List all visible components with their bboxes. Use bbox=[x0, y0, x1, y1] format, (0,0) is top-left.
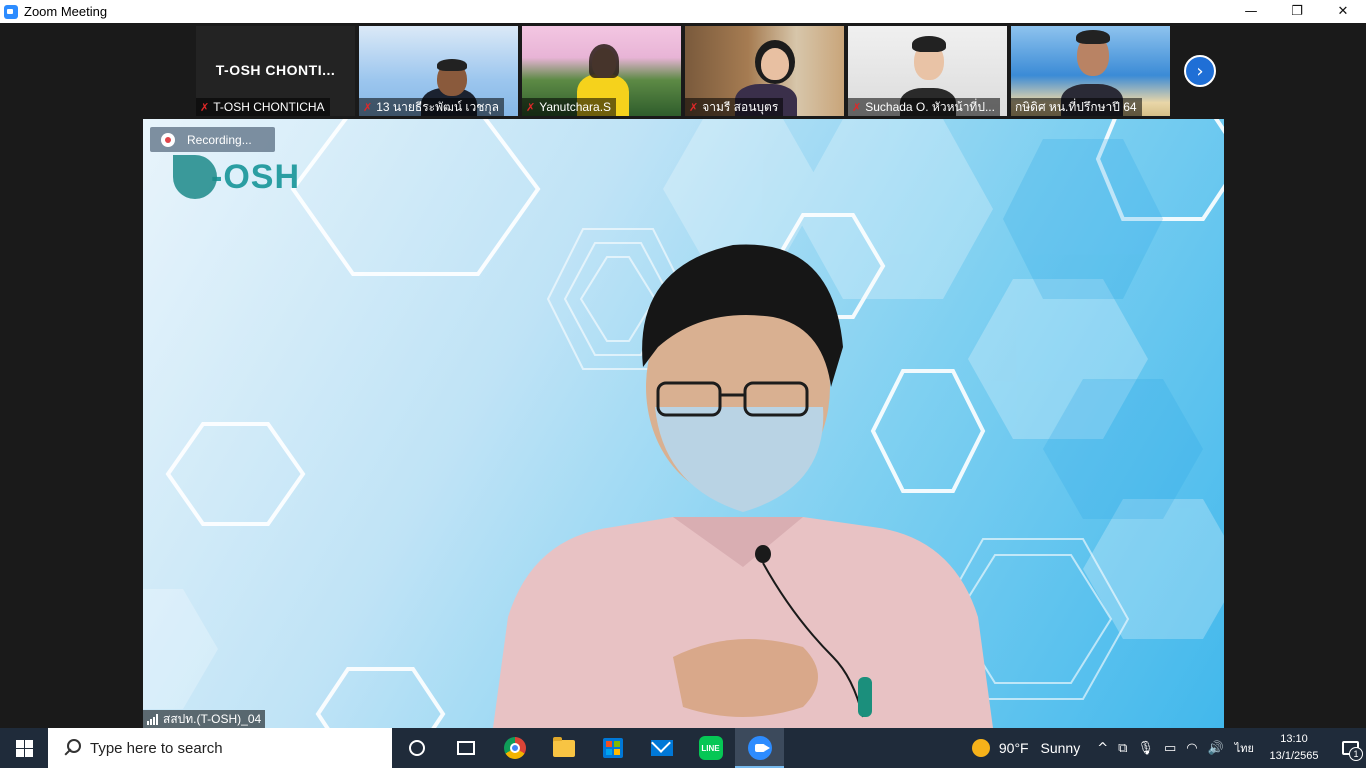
meet-now-icon[interactable]: ⧉ bbox=[1118, 741, 1127, 756]
participant-video bbox=[761, 48, 789, 80]
participant-name: Yanutchara.S bbox=[539, 100, 612, 114]
store-icon bbox=[602, 738, 623, 758]
cortana-icon bbox=[408, 740, 425, 756]
cortana-button[interactable] bbox=[392, 728, 441, 768]
mic-muted-icon: ✗ bbox=[363, 100, 373, 114]
weather-widget[interactable]: 90°F Sunny bbox=[999, 740, 1080, 756]
search-placeholder: Type here to search bbox=[90, 739, 223, 757]
mic-muted-icon: ✗ bbox=[200, 100, 210, 114]
system-clock[interactable]: 13:10 13/1/2565 bbox=[1266, 731, 1322, 765]
participant-video bbox=[1076, 30, 1110, 44]
recording-cloud-icon bbox=[161, 132, 175, 147]
active-speaker-video[interactable]: -OSH Recording... สสปท.(T-OSH)_04 bbox=[143, 119, 1224, 728]
speaker-name: สสปท.(T-OSH)_04 bbox=[163, 711, 262, 726]
participant-name: กษิดิศ หน.ที่ปรึกษาปี 64 bbox=[1015, 99, 1137, 114]
file-explorer-taskbar-button[interactable] bbox=[539, 728, 588, 768]
weather-description: Sunny bbox=[1040, 740, 1081, 756]
zoom-icon bbox=[747, 736, 772, 760]
task-view-icon bbox=[456, 741, 475, 755]
participant-tile[interactable]: ✗ Suchada O. หัวหน้าที่ป... bbox=[848, 26, 1007, 116]
sunny-weather-icon bbox=[971, 739, 990, 757]
line-taskbar-button[interactable]: LINE bbox=[686, 728, 735, 768]
mic-muted-icon: ✗ bbox=[526, 100, 536, 114]
window-controls: — ❐ ✕ bbox=[1228, 0, 1366, 23]
line-icon: LINE bbox=[698, 736, 723, 760]
search-icon bbox=[62, 738, 82, 758]
participant-tile-self[interactable]: T-OSH CHONTI... ✗ T-OSH CHONTICHA bbox=[196, 26, 355, 116]
participant-name: จามรี สอนบุตร bbox=[702, 99, 779, 114]
close-button[interactable]: ✕ bbox=[1320, 0, 1366, 23]
participant-name-tag: ✗ จามรี สอนบุตร bbox=[685, 98, 784, 116]
speaker-figure bbox=[493, 244, 993, 728]
participant-name: 13 นายธีระพัฒน์ เวชกุล bbox=[376, 99, 499, 114]
wifi-icon[interactable]: ◠ bbox=[1186, 741, 1197, 756]
participant-name-tag: กษิดิศ หน.ที่ปรึกษาปี 64 bbox=[1011, 98, 1142, 116]
chevron-right-icon: › bbox=[1196, 60, 1204, 82]
show-hidden-icons-chevron-icon[interactable]: ^ bbox=[1097, 741, 1108, 756]
weather-temperature: 90°F bbox=[998, 740, 1029, 756]
logo-text: -OSH bbox=[211, 157, 300, 196]
mail-taskbar-button[interactable] bbox=[637, 728, 686, 768]
participant-name-tag: ✗ T-OSH CHONTICHA bbox=[196, 98, 330, 116]
input-language[interactable]: ไทย bbox=[1235, 739, 1254, 757]
participant-name-tag: ✗ Yanutchara.S bbox=[522, 98, 617, 116]
participant-name: Suchada O. หัวหน้าที่ป... bbox=[865, 99, 995, 114]
signal-strength-icon bbox=[147, 713, 158, 725]
title-bar: Zoom Meeting — ❐ ✕ bbox=[0, 0, 1366, 23]
action-center-button[interactable]: 1 bbox=[1334, 728, 1366, 768]
restore-button[interactable]: ❐ bbox=[1274, 0, 1320, 23]
participant-name-large: T-OSH CHONTI... bbox=[215, 62, 336, 78]
window-title: Zoom Meeting bbox=[24, 4, 108, 19]
next-page-button[interactable]: › bbox=[1184, 55, 1216, 87]
microphone-icon[interactable]: 🎙 bbox=[1137, 741, 1154, 756]
participant-video bbox=[912, 36, 946, 52]
recording-indicator[interactable]: Recording... bbox=[150, 127, 275, 152]
participant-tile[interactable]: กษิดิศ หน.ที่ปรึกษาปี 64 bbox=[1011, 26, 1170, 116]
zoom-app-icon bbox=[4, 4, 18, 19]
store-taskbar-button[interactable] bbox=[588, 728, 637, 768]
participant-video bbox=[589, 44, 619, 78]
participant-tile[interactable]: ✗ 13 นายธีระพัฒน์ เวชกุล bbox=[359, 26, 518, 116]
mic-muted-icon: ✗ bbox=[852, 100, 862, 114]
battery-icon[interactable]: ▭ bbox=[1164, 741, 1176, 756]
notification-count-badge: 1 bbox=[1349, 747, 1363, 761]
recording-label: Recording... bbox=[187, 132, 252, 147]
system-tray: 90°F Sunny ^ ⧉ 🎙 ▭ ◠ 🔊 ไทย 13:10 13/1/25… bbox=[971, 728, 1366, 768]
leaf-icon bbox=[173, 155, 217, 199]
taskbar-search-box[interactable]: Type here to search bbox=[48, 728, 392, 768]
zoom-taskbar-button[interactable] bbox=[735, 728, 784, 768]
participant-name-tag: ✗ 13 นายธีระพัฒน์ เวชกุล bbox=[359, 98, 504, 116]
participant-tile[interactable]: ✗ Yanutchara.S bbox=[522, 26, 681, 116]
mic-muted-icon: ✗ bbox=[689, 100, 699, 114]
t-osh-logo: -OSH bbox=[173, 155, 300, 199]
participant-name-tag: ✗ Suchada O. หัวหน้าที่ป... bbox=[848, 98, 1000, 116]
participant-video bbox=[437, 59, 467, 71]
volume-icon[interactable]: 🔊 bbox=[1208, 741, 1224, 756]
windows-taskbar: Type here to search LINE 90°F Sunny ^ ⧉ … bbox=[0, 728, 1366, 768]
speaker-name-tag: สสปท.(T-OSH)_04 bbox=[143, 710, 266, 728]
minimize-button[interactable]: — bbox=[1228, 0, 1274, 23]
participant-name: T-OSH CHONTICHA bbox=[213, 100, 325, 114]
participant-tile[interactable]: ✗ จามรี สอนบุตร bbox=[685, 26, 844, 116]
participant-strip: T-OSH CHONTI... ✗ T-OSH CHONTICHA ✗ 13 น… bbox=[0, 23, 1366, 119]
windows-logo-icon bbox=[15, 739, 33, 757]
clock-date: 13/1/2565 bbox=[1269, 750, 1319, 762]
chrome-icon bbox=[503, 737, 526, 759]
chrome-taskbar-button[interactable] bbox=[490, 728, 539, 768]
start-button[interactable] bbox=[0, 728, 48, 768]
mail-icon bbox=[650, 740, 673, 756]
folder-icon bbox=[552, 736, 575, 757]
clock-time: 13:10 bbox=[1280, 733, 1308, 745]
task-view-button[interactable] bbox=[441, 728, 490, 768]
